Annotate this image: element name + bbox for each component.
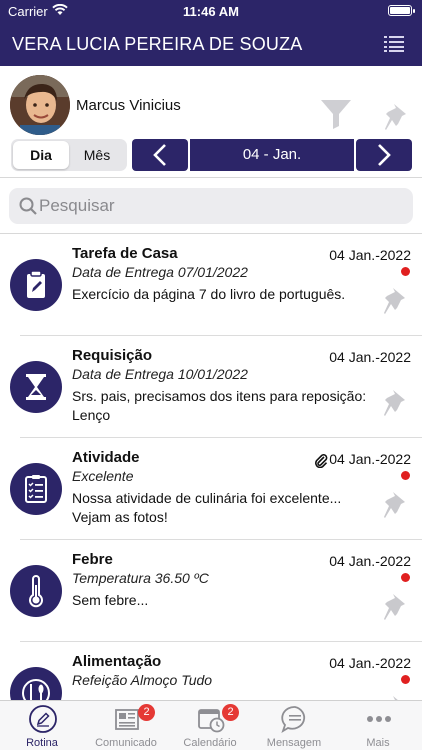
item-date: 04 Jan.-2022: [329, 655, 411, 671]
item-date: 04 Jan.-2022: [329, 349, 411, 365]
notification-badge: 2: [222, 704, 239, 721]
notification-badge: 2: [138, 704, 155, 721]
item-description: Exercício da página 7 do livro de portug…: [72, 286, 346, 302]
list-item[interactable]: Atividade Excelente Nossa atividade de c…: [0, 438, 422, 540]
item-title: Tarefa de Casa: [72, 245, 178, 262]
chevron-left-icon: [153, 144, 166, 166]
item-date: 04 Jan.-2022: [329, 247, 411, 263]
item-subtitle: Data de Entrega 07/01/2022: [72, 264, 248, 280]
status-time: 11:46 AM: [183, 4, 239, 19]
pin-icon[interactable]: [383, 388, 409, 418]
tab-mensagem[interactable]: Mensagem: [252, 701, 336, 751]
tab-label: Mais: [366, 737, 390, 749]
clipboard-pen-icon: [10, 259, 62, 311]
newspaper-icon: [115, 709, 139, 730]
item-title: Atividade: [72, 449, 140, 466]
list-menu-icon[interactable]: [384, 36, 404, 52]
search-section: Pesquisar: [0, 179, 422, 234]
item-subtitle: Refeição Almoço Tudo: [72, 672, 213, 688]
unread-indicator: [401, 471, 410, 480]
tab-bar: Rotina 2 Comunicado 2 Calendário Mensage…: [0, 700, 422, 750]
current-date-label[interactable]: 04 - Jan.: [190, 139, 354, 171]
page-title: VERA LUCIA PEREIRA DE SOUZA: [12, 34, 303, 54]
list-item[interactable]: Alimentação Refeição Almoço Tudo 04 Jan.…: [0, 642, 422, 700]
list-item[interactable]: Febre Temperatura 36.50 ºC Sem febre... …: [0, 540, 422, 642]
pin-icon[interactable]: [383, 490, 409, 520]
tab-rotina[interactable]: Rotina: [0, 701, 84, 751]
tab-label: Rotina: [26, 737, 58, 749]
search-placeholder: Pesquisar: [39, 196, 115, 215]
search-icon: [19, 197, 37, 215]
item-subtitle: Data de Entrega 10/01/2022: [72, 366, 248, 382]
cutlery-icon: [10, 667, 62, 700]
avatar[interactable]: [10, 75, 70, 135]
segment-month[interactable]: Mês: [69, 141, 125, 169]
item-description: Sem febre...: [72, 592, 149, 608]
more-dots-icon: [367, 716, 391, 722]
hourglass-icon: [10, 361, 62, 413]
pen-circle-icon: [29, 705, 57, 733]
item-date: 04 Jan.-2022: [329, 553, 411, 569]
segment-day[interactable]: Dia: [13, 141, 69, 169]
attachment-icon: [315, 454, 328, 468]
checklist-icon: [10, 463, 62, 515]
period-segmented-control: Dia Mês: [11, 139, 127, 171]
item-subtitle: Excelente: [72, 468, 134, 484]
unread-indicator: [401, 675, 410, 684]
chevron-right-icon: [378, 144, 391, 166]
status-bar: Carrier 11:46 AM: [0, 0, 422, 22]
tab-label: Calendário: [183, 737, 237, 749]
tab-label: Comunicado: [95, 737, 157, 749]
item-date: 04 Jan.-2022: [329, 451, 411, 467]
chat-bubble-icon: [281, 706, 306, 734]
item-description: Srs. pais, precisamos dos itens para rep…: [72, 388, 367, 423]
battery-icon: [388, 5, 415, 16]
pin-icon[interactable]: [383, 592, 409, 622]
item-subtitle: Temperatura 36.50 ºC: [72, 570, 209, 586]
item-title: Requisição: [72, 347, 153, 364]
tab-mais[interactable]: Mais: [336, 701, 420, 751]
profile-section: Marcus Vinicius Dia Mês 04 - Jan.: [0, 66, 422, 178]
list-item[interactable]: Tarefa de Casa Data de Entrega 07/01/202…: [0, 234, 422, 336]
routine-list: Tarefa de Casa Data de Entrega 07/01/202…: [0, 234, 422, 700]
unread-indicator: [401, 267, 410, 276]
calendar-clock-icon: [198, 709, 225, 733]
tab-calendario[interactable]: 2 Calendário: [168, 701, 252, 751]
filter-icon[interactable]: [320, 98, 352, 130]
search-input[interactable]: Pesquisar: [9, 188, 413, 224]
app-header: VERA LUCIA PEREIRA DE SOUZA: [0, 22, 422, 66]
date-navigator: 04 - Jan.: [132, 139, 412, 171]
previous-date-button[interactable]: [132, 139, 188, 171]
child-name: Marcus Vinicius: [76, 97, 181, 114]
thermometer-icon: [10, 565, 62, 617]
item-title: Alimentação: [72, 653, 162, 670]
tab-label: Mensagem: [266, 737, 322, 749]
item-title: Febre: [72, 551, 113, 568]
item-description: Nossa atividade de culinária foi excelen…: [72, 490, 342, 525]
list-item[interactable]: Requisição Data de Entrega 10/01/2022 Sr…: [0, 336, 422, 438]
pin-icon[interactable]: [384, 102, 410, 132]
pin-icon[interactable]: [383, 286, 409, 316]
tab-comunicado[interactable]: 2 Comunicado: [84, 701, 168, 751]
next-date-button[interactable]: [356, 139, 412, 171]
avatar-photo: [10, 75, 70, 135]
unread-indicator: [401, 573, 410, 582]
